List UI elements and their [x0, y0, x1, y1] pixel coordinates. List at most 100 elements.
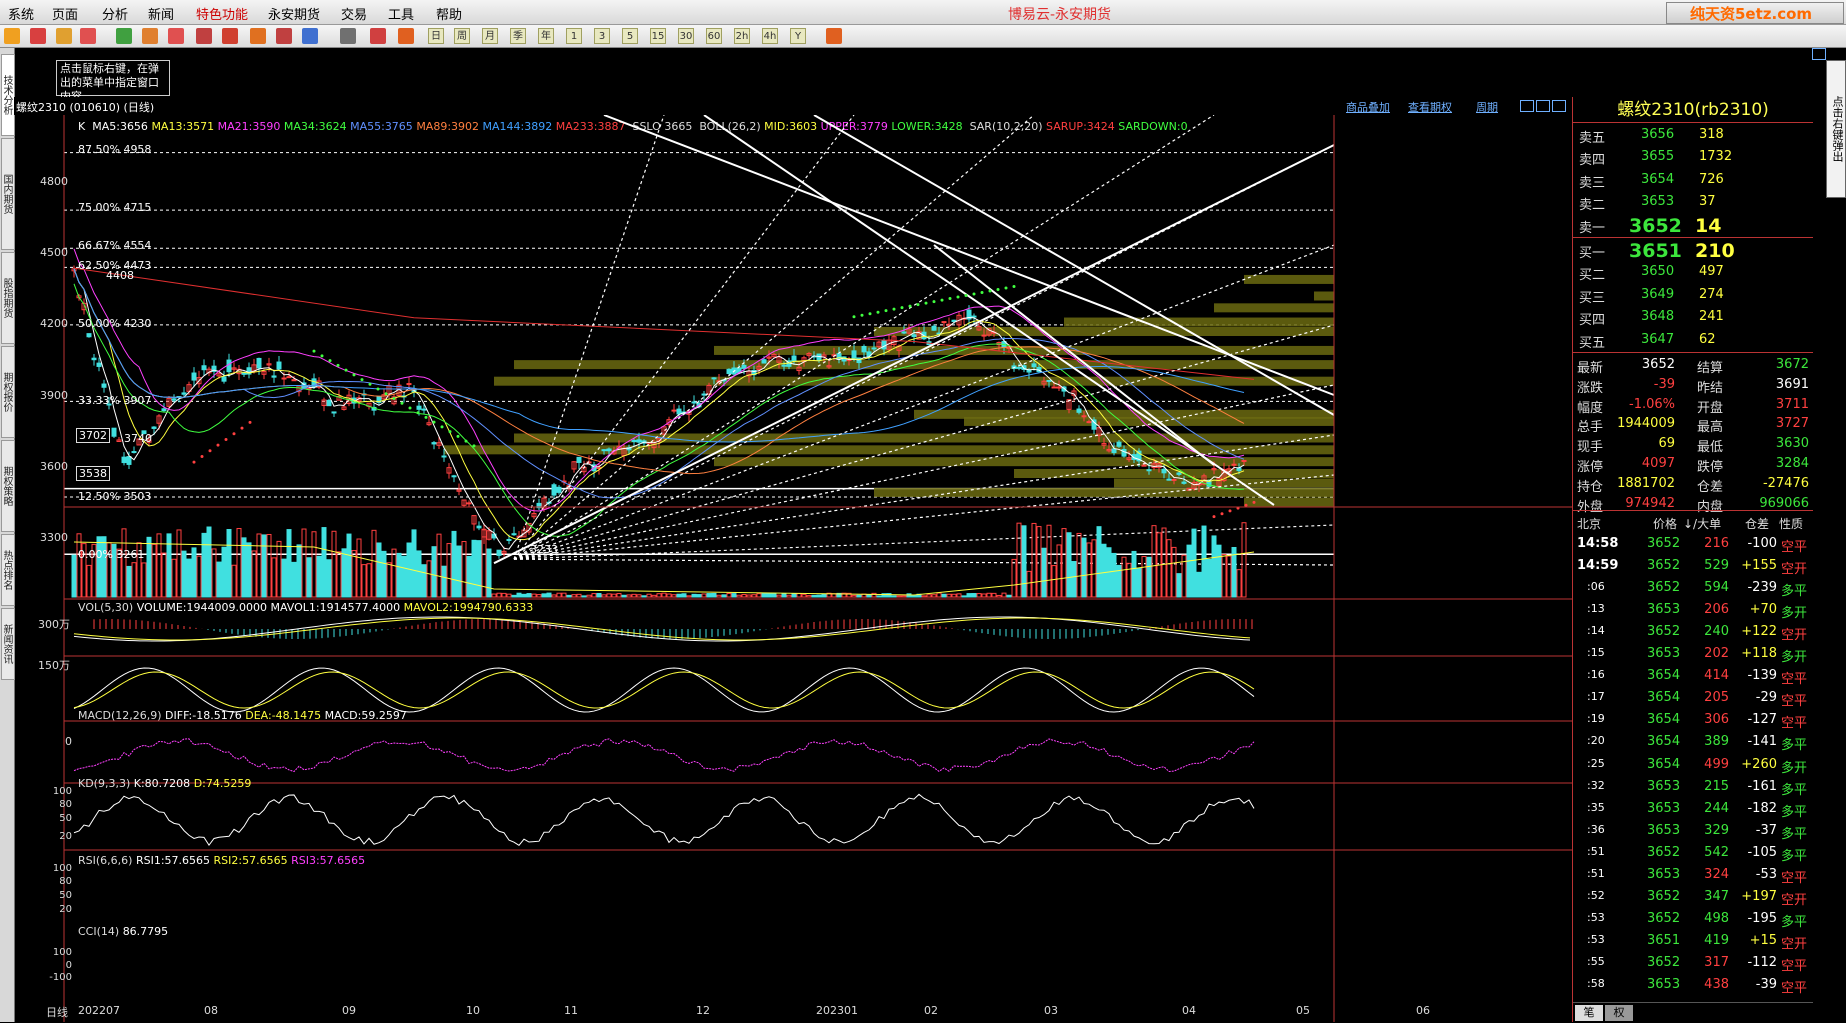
menu-news[interactable]: 新闻 — [148, 4, 174, 23]
ask-row[interactable]: 卖五 3656 318 — [1573, 125, 1813, 146]
menu-page[interactable]: 页面 — [52, 4, 78, 23]
calc-icon[interactable] — [826, 28, 842, 44]
tick-row[interactable]: :17 3654 205 -29 空平 — [1573, 687, 1813, 709]
menu-system[interactable]: 系统 — [8, 4, 34, 23]
period-4h[interactable]: 4h — [762, 28, 778, 44]
period-3m[interactable]: 3 — [594, 28, 610, 44]
tick-row[interactable]: :35 3653 244 -182 多平 — [1573, 798, 1813, 820]
option-icon[interactable] — [302, 28, 318, 44]
close-icon[interactable] — [1552, 100, 1566, 112]
candle-body — [431, 442, 437, 445]
tick-row[interactable]: :06 3652 594 -239 多平 — [1573, 577, 1813, 599]
tick-row[interactable]: :19 3654 306 -127 空平 — [1573, 709, 1813, 731]
maximize-icon[interactable] — [1812, 48, 1826, 60]
volume-bar — [646, 593, 652, 598]
ask-label: 卖四 — [1579, 153, 1606, 169]
ask-row[interactable]: 卖二 3653 37 — [1573, 192, 1813, 213]
right-tab-popup[interactable]: 点击右键弹出 — [1826, 60, 1846, 198]
bid-row[interactable]: 买一 3651 210 — [1573, 240, 1813, 262]
volume-bar — [411, 529, 417, 598]
tick-row[interactable]: 14:59 3652 529 +155 空开 — [1573, 555, 1813, 577]
left-tab-hot[interactable]: 热点排名 — [1, 534, 15, 606]
tick-time: 14:59 — [1577, 558, 1619, 574]
menu-analysis[interactable]: 分析 — [102, 4, 128, 23]
tick-icon[interactable] — [398, 28, 414, 44]
period-60m[interactable]: 60 — [706, 28, 722, 44]
tab-rights[interactable]: 权 — [1605, 1005, 1633, 1021]
left-tab-tech[interactable]: 技术分析 — [1, 54, 15, 136]
view-option-link[interactable]: 查看期权 — [1408, 99, 1452, 115]
prev-icon[interactable] — [1520, 100, 1534, 112]
period-15m[interactable]: 15 — [650, 28, 666, 44]
period-5m[interactable]: 5 — [622, 28, 638, 44]
tick-row[interactable]: :20 3654 389 -141 多平 — [1573, 731, 1813, 753]
period-link[interactable]: 周期 — [1476, 99, 1498, 115]
page-icon[interactable] — [80, 28, 96, 44]
left-tab-domestic[interactable]: 国内期货 — [1, 138, 15, 250]
tick-row[interactable]: 14:58 3652 216 -100 空平 — [1573, 533, 1813, 555]
tick-price: 3654 — [1647, 734, 1681, 750]
left-tab-index[interactable]: 股指期货 — [1, 252, 15, 344]
tick-row[interactable]: :53 3652 498 -195 多平 — [1573, 908, 1813, 930]
menu-yongan[interactable]: 永安期货 — [268, 4, 320, 23]
home-icon[interactable] — [30, 28, 46, 44]
back-icon[interactable] — [4, 28, 20, 44]
zoom-in-icon[interactable] — [142, 28, 158, 44]
stat-label: 仓差 — [1697, 479, 1724, 495]
refresh-icon[interactable] — [116, 28, 132, 44]
list-icon[interactable] — [340, 28, 356, 44]
bid-row[interactable]: 买二 3650 497 — [1573, 262, 1813, 283]
period-year[interactable]: 年 — [538, 28, 554, 44]
bid-row[interactable]: 买三 3649 274 — [1573, 285, 1813, 306]
menu-trade[interactable]: 交易 — [341, 4, 367, 23]
menu-help[interactable]: 帮助 — [436, 4, 462, 23]
tick-row[interactable]: :32 3653 215 -161 多平 — [1573, 776, 1813, 798]
volume-bar — [571, 594, 577, 598]
tab-trades[interactable]: 笔 — [1575, 1005, 1603, 1021]
next-icon[interactable] — [1536, 100, 1550, 112]
bid-row[interactable]: 买四 3648 241 — [1573, 307, 1813, 329]
tick-row[interactable]: :51 3653 324 -53 空平 — [1573, 864, 1813, 886]
menu-special[interactable]: 特色功能 — [196, 4, 248, 23]
menu-tools[interactable]: 工具 — [388, 4, 414, 23]
bid-label: 买四 — [1579, 313, 1606, 329]
stat-label: 开盘 — [1697, 400, 1724, 416]
tick-row[interactable]: :51 3652 542 -105 多平 — [1573, 842, 1813, 864]
tick-row[interactable]: :36 3653 329 -37 多平 — [1573, 820, 1813, 842]
overlay-link[interactable]: 商品叠加 — [1346, 99, 1390, 115]
tick-row[interactable]: :55 3652 317 -112 空平 — [1573, 952, 1813, 974]
period-2h[interactable]: 2h — [734, 28, 750, 44]
zoom-out-icon[interactable] — [168, 28, 184, 44]
window-icon[interactable] — [196, 28, 212, 44]
folder-icon[interactable] — [56, 28, 72, 44]
tick-row[interactable]: :52 3652 347 +197 空开 — [1573, 886, 1813, 908]
bid-row[interactable]: 买五 3647 62 — [1573, 330, 1813, 351]
draw-icon[interactable] — [222, 28, 238, 44]
period-custom[interactable]: Y — [790, 28, 806, 44]
tick-row[interactable]: :53 3651 419 +15 空开 — [1573, 930, 1813, 952]
tick-row[interactable]: :58 3653 438 -39 空平 — [1573, 974, 1813, 996]
period-1m[interactable]: 1 — [566, 28, 582, 44]
period-week[interactable]: 周 — [454, 28, 470, 44]
ask-row[interactable]: 卖一 3652 14 — [1573, 215, 1813, 237]
left-tab-news[interactable]: 新闻资讯 — [1, 608, 15, 680]
volume-bar — [96, 536, 102, 598]
tick-row[interactable]: :25 3654 499 +260 多开 — [1573, 754, 1813, 776]
tick-row[interactable]: :13 3653 206 +70 多开 — [1573, 599, 1813, 621]
tick-row[interactable]: :14 3652 240 +122 空开 — [1573, 621, 1813, 643]
ask-row[interactable]: 卖三 3654 726 — [1573, 170, 1813, 191]
left-tab-option-strategy[interactable]: 期权策略 — [1, 440, 15, 532]
tick-row[interactable]: :15 3653 202 +118 多开 — [1573, 643, 1813, 665]
indicator-icon[interactable] — [250, 28, 266, 44]
tick-price: 3653 — [1647, 866, 1681, 882]
period-month[interactable]: 月 — [482, 28, 498, 44]
period-30m[interactable]: 30 — [678, 28, 694, 44]
period-season[interactable]: 季 — [510, 28, 526, 44]
filter-icon[interactable] — [276, 28, 292, 44]
kline-chart[interactable] — [14, 115, 1572, 1022]
ask-row[interactable]: 卖四 3655 1732 — [1573, 147, 1813, 169]
volume-bar — [891, 595, 897, 598]
chart-icon[interactable] — [370, 28, 386, 44]
tick-row[interactable]: :16 3654 414 -139 空平 — [1573, 665, 1813, 687]
period-day[interactable]: 日 — [428, 28, 444, 44]
